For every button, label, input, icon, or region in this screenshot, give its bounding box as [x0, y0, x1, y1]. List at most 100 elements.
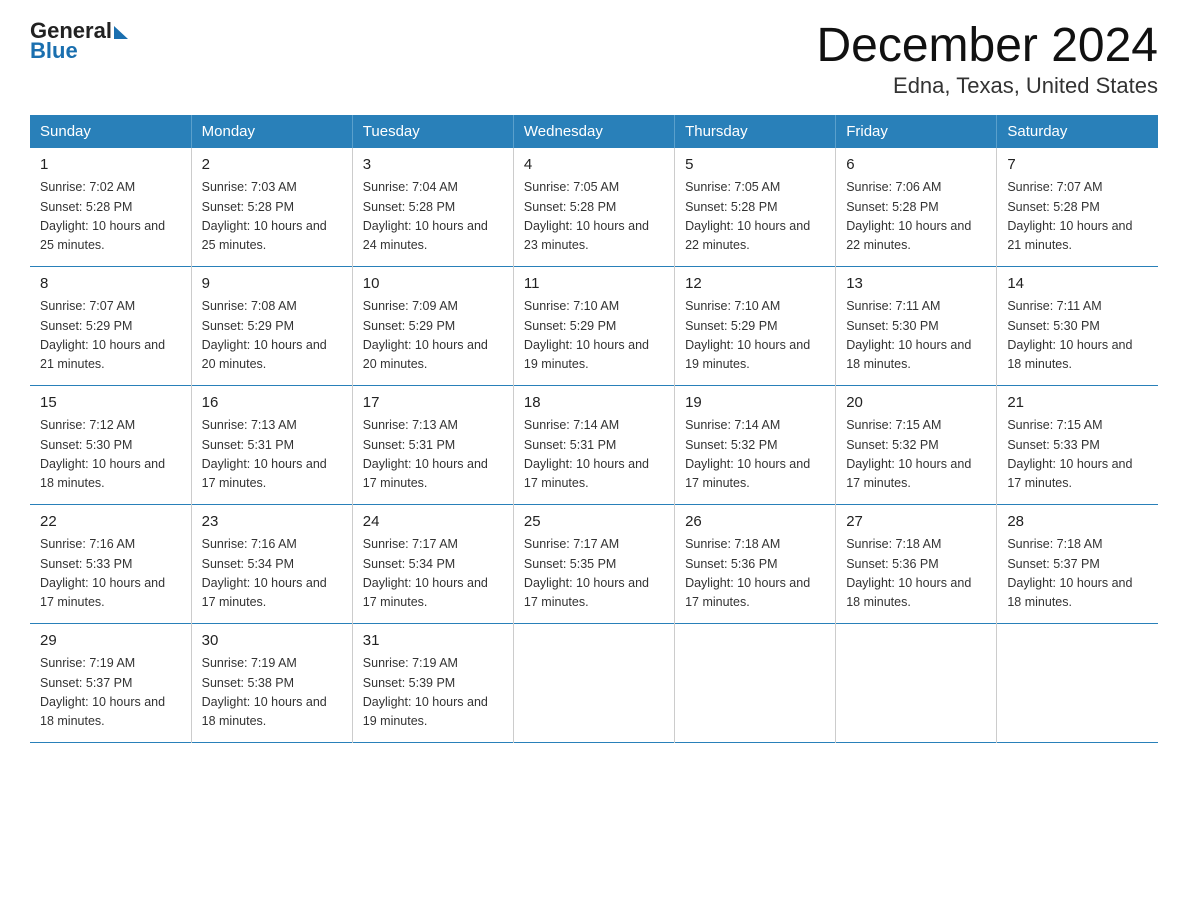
- day-number: 8: [40, 273, 181, 296]
- page-subtitle: Edna, Texas, United States: [816, 73, 1158, 99]
- day-number: 21: [1007, 392, 1148, 415]
- calendar-cell: 17 Sunrise: 7:13 AMSunset: 5:31 PMDaylig…: [352, 385, 513, 504]
- calendar-cell: [675, 623, 836, 742]
- day-info: Sunrise: 7:04 AMSunset: 5:28 PMDaylight:…: [363, 178, 503, 256]
- header-wednesday: Wednesday: [513, 115, 674, 148]
- calendar-header-row: SundayMondayTuesdayWednesdayThursdayFrid…: [30, 115, 1158, 148]
- day-number: 11: [524, 273, 664, 296]
- day-info: Sunrise: 7:05 AMSunset: 5:28 PMDaylight:…: [685, 178, 825, 256]
- calendar-cell: 22 Sunrise: 7:16 AMSunset: 5:33 PMDaylig…: [30, 504, 191, 623]
- day-number: 14: [1007, 273, 1148, 296]
- day-info: Sunrise: 7:14 AMSunset: 5:32 PMDaylight:…: [685, 416, 825, 494]
- day-number: 2: [202, 154, 342, 177]
- day-number: 12: [685, 273, 825, 296]
- calendar-table: SundayMondayTuesdayWednesdayThursdayFrid…: [30, 115, 1158, 743]
- header-saturday: Saturday: [997, 115, 1158, 148]
- calendar-week-row: 8 Sunrise: 7:07 AMSunset: 5:29 PMDayligh…: [30, 266, 1158, 385]
- calendar-cell: [513, 623, 674, 742]
- page-title: December 2024: [816, 20, 1158, 73]
- header-tuesday: Tuesday: [352, 115, 513, 148]
- day-info: Sunrise: 7:11 AMSunset: 5:30 PMDaylight:…: [1007, 297, 1148, 375]
- calendar-cell: 13 Sunrise: 7:11 AMSunset: 5:30 PMDaylig…: [836, 266, 997, 385]
- day-number: 27: [846, 511, 986, 534]
- day-number: 13: [846, 273, 986, 296]
- day-info: Sunrise: 7:05 AMSunset: 5:28 PMDaylight:…: [524, 178, 664, 256]
- calendar-cell: 19 Sunrise: 7:14 AMSunset: 5:32 PMDaylig…: [675, 385, 836, 504]
- day-info: Sunrise: 7:11 AMSunset: 5:30 PMDaylight:…: [846, 297, 986, 375]
- day-number: 25: [524, 511, 664, 534]
- header-sunday: Sunday: [30, 115, 191, 148]
- day-info: Sunrise: 7:18 AMSunset: 5:36 PMDaylight:…: [846, 535, 986, 613]
- day-number: 7: [1007, 154, 1148, 177]
- day-info: Sunrise: 7:19 AMSunset: 5:38 PMDaylight:…: [202, 654, 342, 732]
- day-number: 31: [363, 630, 503, 653]
- day-number: 5: [685, 154, 825, 177]
- calendar-cell: 3 Sunrise: 7:04 AMSunset: 5:28 PMDayligh…: [352, 148, 513, 267]
- day-info: Sunrise: 7:08 AMSunset: 5:29 PMDaylight:…: [202, 297, 342, 375]
- day-info: Sunrise: 7:17 AMSunset: 5:34 PMDaylight:…: [363, 535, 503, 613]
- title-block: December 2024 Edna, Texas, United States: [816, 20, 1158, 99]
- calendar-cell: 27 Sunrise: 7:18 AMSunset: 5:36 PMDaylig…: [836, 504, 997, 623]
- day-info: Sunrise: 7:14 AMSunset: 5:31 PMDaylight:…: [524, 416, 664, 494]
- header-thursday: Thursday: [675, 115, 836, 148]
- logo-arrow-icon: [114, 26, 128, 39]
- day-number: 10: [363, 273, 503, 296]
- day-info: Sunrise: 7:15 AMSunset: 5:32 PMDaylight:…: [846, 416, 986, 494]
- calendar-week-row: 15 Sunrise: 7:12 AMSunset: 5:30 PMDaylig…: [30, 385, 1158, 504]
- day-number: 15: [40, 392, 181, 415]
- day-info: Sunrise: 7:10 AMSunset: 5:29 PMDaylight:…: [685, 297, 825, 375]
- calendar-cell: 26 Sunrise: 7:18 AMSunset: 5:36 PMDaylig…: [675, 504, 836, 623]
- calendar-cell: 15 Sunrise: 7:12 AMSunset: 5:30 PMDaylig…: [30, 385, 191, 504]
- header-monday: Monday: [191, 115, 352, 148]
- calendar-cell: 20 Sunrise: 7:15 AMSunset: 5:32 PMDaylig…: [836, 385, 997, 504]
- day-info: Sunrise: 7:18 AMSunset: 5:37 PMDaylight:…: [1007, 535, 1148, 613]
- day-info: Sunrise: 7:17 AMSunset: 5:35 PMDaylight:…: [524, 535, 664, 613]
- day-info: Sunrise: 7:03 AMSunset: 5:28 PMDaylight:…: [202, 178, 342, 256]
- day-info: Sunrise: 7:19 AMSunset: 5:39 PMDaylight:…: [363, 654, 503, 732]
- day-number: 17: [363, 392, 503, 415]
- day-info: Sunrise: 7:06 AMSunset: 5:28 PMDaylight:…: [846, 178, 986, 256]
- day-number: 28: [1007, 511, 1148, 534]
- calendar-cell: 18 Sunrise: 7:14 AMSunset: 5:31 PMDaylig…: [513, 385, 674, 504]
- day-number: 4: [524, 154, 664, 177]
- day-number: 3: [363, 154, 503, 177]
- calendar-cell: 11 Sunrise: 7:10 AMSunset: 5:29 PMDaylig…: [513, 266, 674, 385]
- day-number: 16: [202, 392, 342, 415]
- day-number: 24: [363, 511, 503, 534]
- day-number: 22: [40, 511, 181, 534]
- day-number: 18: [524, 392, 664, 415]
- day-info: Sunrise: 7:16 AMSunset: 5:33 PMDaylight:…: [40, 535, 181, 613]
- day-info: Sunrise: 7:18 AMSunset: 5:36 PMDaylight:…: [685, 535, 825, 613]
- day-info: Sunrise: 7:13 AMSunset: 5:31 PMDaylight:…: [202, 416, 342, 494]
- day-number: 30: [202, 630, 342, 653]
- page-header: General Blue December 2024 Edna, Texas, …: [30, 20, 1158, 99]
- calendar-week-row: 29 Sunrise: 7:19 AMSunset: 5:37 PMDaylig…: [30, 623, 1158, 742]
- day-info: Sunrise: 7:12 AMSunset: 5:30 PMDaylight:…: [40, 416, 181, 494]
- calendar-cell: 8 Sunrise: 7:07 AMSunset: 5:29 PMDayligh…: [30, 266, 191, 385]
- calendar-cell: [997, 623, 1158, 742]
- calendar-cell: 25 Sunrise: 7:17 AMSunset: 5:35 PMDaylig…: [513, 504, 674, 623]
- calendar-cell: 28 Sunrise: 7:18 AMSunset: 5:37 PMDaylig…: [997, 504, 1158, 623]
- day-info: Sunrise: 7:19 AMSunset: 5:37 PMDaylight:…: [40, 654, 181, 732]
- logo-blue-text: Blue: [30, 40, 78, 62]
- calendar-cell: 30 Sunrise: 7:19 AMSunset: 5:38 PMDaylig…: [191, 623, 352, 742]
- day-number: 9: [202, 273, 342, 296]
- day-info: Sunrise: 7:09 AMSunset: 5:29 PMDaylight:…: [363, 297, 503, 375]
- calendar-cell: 1 Sunrise: 7:02 AMSunset: 5:28 PMDayligh…: [30, 148, 191, 267]
- day-number: 19: [685, 392, 825, 415]
- calendar-cell: 31 Sunrise: 7:19 AMSunset: 5:39 PMDaylig…: [352, 623, 513, 742]
- day-number: 6: [846, 154, 986, 177]
- calendar-cell: 14 Sunrise: 7:11 AMSunset: 5:30 PMDaylig…: [997, 266, 1158, 385]
- day-number: 1: [40, 154, 181, 177]
- day-info: Sunrise: 7:15 AMSunset: 5:33 PMDaylight:…: [1007, 416, 1148, 494]
- calendar-week-row: 22 Sunrise: 7:16 AMSunset: 5:33 PMDaylig…: [30, 504, 1158, 623]
- header-friday: Friday: [836, 115, 997, 148]
- day-info: Sunrise: 7:13 AMSunset: 5:31 PMDaylight:…: [363, 416, 503, 494]
- day-info: Sunrise: 7:10 AMSunset: 5:29 PMDaylight:…: [524, 297, 664, 375]
- day-info: Sunrise: 7:16 AMSunset: 5:34 PMDaylight:…: [202, 535, 342, 613]
- calendar-cell: 16 Sunrise: 7:13 AMSunset: 5:31 PMDaylig…: [191, 385, 352, 504]
- calendar-cell: 7 Sunrise: 7:07 AMSunset: 5:28 PMDayligh…: [997, 148, 1158, 267]
- day-number: 29: [40, 630, 181, 653]
- day-info: Sunrise: 7:02 AMSunset: 5:28 PMDaylight:…: [40, 178, 181, 256]
- day-number: 20: [846, 392, 986, 415]
